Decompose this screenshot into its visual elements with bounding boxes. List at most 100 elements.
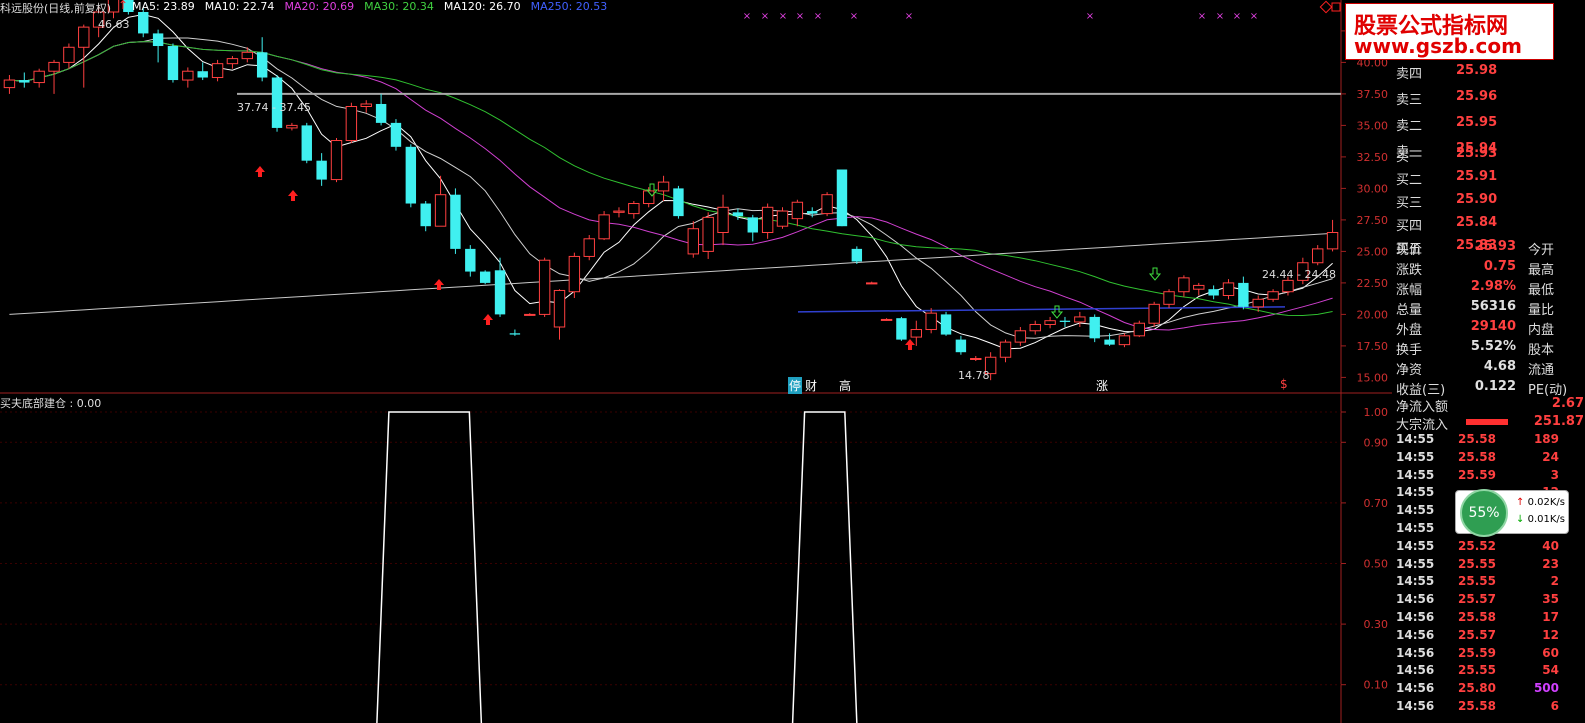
candle[interactable] bbox=[687, 221, 700, 258]
tick-time: 14:56 bbox=[1396, 699, 1435, 713]
price-tick-label: 32.50 bbox=[1357, 151, 1389, 164]
candle[interactable] bbox=[910, 320, 923, 346]
candle[interactable] bbox=[1148, 301, 1160, 327]
candle[interactable] bbox=[63, 43, 75, 69]
candle[interactable] bbox=[538, 257, 551, 317]
candle[interactable] bbox=[702, 212, 714, 259]
candle[interactable] bbox=[479, 270, 491, 285]
candle[interactable] bbox=[330, 138, 343, 183]
candle[interactable] bbox=[3, 75, 16, 94]
tick-time: 14:55 bbox=[1396, 503, 1435, 518]
ask-row[interactable]: 卖四 25.98 bbox=[1392, 57, 1585, 84]
tick-volume: 12 bbox=[1542, 627, 1559, 642]
candle[interactable] bbox=[1311, 245, 1324, 266]
tick-price: 25.55 bbox=[1458, 574, 1496, 589]
ma-legend-item: MA30: 20.34 bbox=[364, 0, 434, 13]
candle[interactable] bbox=[182, 67, 194, 88]
candle[interactable] bbox=[1193, 282, 1205, 296]
candle[interactable] bbox=[33, 68, 45, 88]
candle[interactable] bbox=[241, 47, 254, 63]
candle[interactable] bbox=[553, 289, 566, 340]
range-label-right: 24.44 - 24.48 bbox=[1262, 268, 1336, 281]
candle[interactable] bbox=[1208, 285, 1219, 300]
candle[interactable] bbox=[226, 56, 239, 69]
candle[interactable] bbox=[821, 192, 833, 217]
candle[interactable] bbox=[316, 153, 327, 186]
candle[interactable] bbox=[999, 339, 1012, 363]
candle[interactable] bbox=[673, 185, 684, 219]
candle[interactable] bbox=[807, 207, 818, 218]
candle[interactable] bbox=[19, 72, 30, 88]
ask-row[interactable]: 卖二 25.95 bbox=[1392, 109, 1585, 136]
indicator-panel[interactable]: 1.00 0.90 0.70 0.50 0.30 0.10 bbox=[0, 406, 1388, 723]
candle[interactable] bbox=[509, 329, 521, 336]
candle[interactable] bbox=[1133, 320, 1146, 338]
candle[interactable] bbox=[628, 201, 640, 219]
candle[interactable] bbox=[1089, 314, 1100, 343]
candle[interactable] bbox=[1014, 327, 1027, 346]
candle[interactable] bbox=[865, 281, 878, 285]
candle[interactable] bbox=[1267, 289, 1279, 302]
chart-area[interactable]: 42.5040.0037.5035.0032.5030.0027.5025.00… bbox=[0, 0, 1392, 723]
candle[interactable] bbox=[583, 235, 595, 261]
candle[interactable] bbox=[1222, 279, 1235, 300]
ma-legend-item: MA10: 22.74 bbox=[204, 0, 275, 13]
candle[interactable] bbox=[1118, 333, 1131, 348]
candle[interactable] bbox=[1326, 219, 1339, 252]
candle[interactable] bbox=[1059, 316, 1071, 327]
candle[interactable] bbox=[1178, 275, 1190, 297]
event-marker-halt[interactable]: 停 bbox=[788, 377, 803, 394]
candle[interactable] bbox=[524, 313, 536, 316]
candle[interactable] bbox=[791, 199, 804, 227]
candle[interactable] bbox=[405, 144, 417, 208]
candle[interactable] bbox=[747, 214, 758, 242]
candle[interactable] bbox=[420, 201, 431, 232]
candle[interactable] bbox=[434, 175, 447, 227]
candle[interactable] bbox=[1029, 320, 1041, 335]
candle[interactable] bbox=[167, 43, 179, 83]
candle[interactable] bbox=[78, 24, 90, 88]
candle[interactable] bbox=[880, 318, 893, 321]
candle[interactable] bbox=[1238, 276, 1249, 310]
candle[interactable] bbox=[851, 246, 863, 264]
candle[interactable] bbox=[450, 188, 461, 254]
network-speed-widget[interactable]: 55% ↑ 0.02K/s ↓ 0.01K/s bbox=[1455, 489, 1569, 537]
candle[interactable] bbox=[465, 245, 476, 277]
tick-time: 14:55 bbox=[1396, 556, 1435, 571]
candle[interactable] bbox=[494, 257, 506, 317]
candle[interactable] bbox=[761, 203, 774, 239]
stock-title[interactable]: 科远股份(日线,前复权) bbox=[0, 0, 111, 16]
candle[interactable] bbox=[970, 355, 982, 362]
candlestick-series[interactable] bbox=[3, 0, 1339, 381]
candle[interactable] bbox=[286, 122, 298, 131]
candle[interactable] bbox=[152, 29, 164, 63]
candle[interactable] bbox=[925, 308, 937, 334]
event-marker-finance[interactable]: 财 bbox=[805, 377, 817, 394]
candle[interactable] bbox=[360, 100, 372, 113]
stat-value: 56316 bbox=[1470, 299, 1516, 314]
candle[interactable] bbox=[598, 211, 610, 241]
candle[interactable] bbox=[568, 252, 581, 299]
candle[interactable] bbox=[390, 119, 402, 151]
candle[interactable] bbox=[375, 93, 387, 126]
candle[interactable] bbox=[717, 194, 729, 246]
candle[interactable] bbox=[657, 175, 670, 201]
candle[interactable] bbox=[48, 59, 60, 94]
event-marker-rise[interactable]: 涨 bbox=[1096, 377, 1108, 394]
ma-legend-item: MA250: 20.53 bbox=[530, 0, 608, 13]
candle[interactable] bbox=[1163, 289, 1175, 309]
candle[interactable] bbox=[345, 102, 358, 144]
candle[interactable] bbox=[836, 169, 848, 227]
candle[interactable] bbox=[896, 316, 907, 341]
candle[interactable] bbox=[1044, 316, 1056, 329]
candle[interactable] bbox=[211, 59, 224, 82]
candle[interactable] bbox=[955, 335, 967, 355]
candle[interactable] bbox=[301, 122, 312, 164]
event-marker-dollar[interactable]: $ bbox=[1280, 377, 1288, 391]
candle[interactable] bbox=[197, 62, 208, 81]
candle[interactable] bbox=[613, 207, 625, 218]
candle[interactable] bbox=[256, 37, 268, 82]
event-marker-high[interactable]: 高 bbox=[839, 377, 851, 394]
ask-row[interactable]: 卖三 25.96 bbox=[1392, 83, 1585, 110]
candle[interactable] bbox=[940, 311, 952, 336]
